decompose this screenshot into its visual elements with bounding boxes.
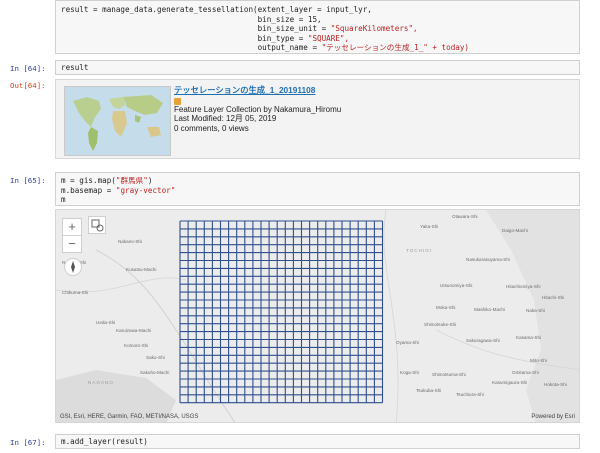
place-label: Nakano-Shi bbox=[118, 239, 143, 244]
code-line: m.basemap = "gray-vector" bbox=[61, 185, 176, 195]
place-label: Daigo-Machi bbox=[502, 228, 528, 233]
place-label: Naka-Shi bbox=[526, 308, 545, 313]
place-label: Sakuho-Machi bbox=[140, 370, 170, 375]
compass-icon bbox=[71, 261, 75, 273]
output-prompt-64: Out[64]: bbox=[10, 81, 46, 90]
place-label: Hitachi-Shi bbox=[542, 295, 565, 300]
place-label: Tsuchiura-Shi bbox=[456, 392, 484, 397]
input-prompt-65: In [65]: bbox=[10, 176, 46, 185]
zoom-out-button[interactable]: − bbox=[62, 235, 82, 253]
place-label: Shimotsuma-Shi bbox=[432, 372, 466, 377]
item-info: テッセレーションの生成_1_20191108 Feature Layer Col… bbox=[174, 85, 342, 133]
place-label: Koga-Shi bbox=[400, 370, 419, 375]
place-label: Ueda-Shi bbox=[96, 320, 116, 325]
item-thumbnail bbox=[64, 86, 171, 156]
place-label: Kusatsu-Machi bbox=[126, 267, 157, 272]
item-card: テッセレーションの生成_1_20191108 Feature Layer Col… bbox=[55, 79, 580, 159]
code-line: result = manage_data.generate_tessellati… bbox=[61, 5, 372, 14]
place-label: Oyama-Shi bbox=[396, 340, 419, 345]
code-line: bin_type = "SQUARE", bbox=[61, 33, 350, 43]
place-label: Karuizawa-Machi bbox=[116, 328, 152, 333]
input-prompt-67: In [67]: bbox=[10, 438, 46, 447]
layers-icon bbox=[91, 219, 104, 232]
map-widget[interactable]: Otawara-Shi Yaita-Shi Daigo-Machi Nakano-Sh… bbox=[55, 209, 580, 423]
place-label: Otawara-Shi bbox=[452, 214, 478, 219]
item-stats: 0 comments, 0 views bbox=[174, 123, 249, 133]
place-label: NAGANO bbox=[88, 380, 114, 385]
code-line: m.add_layer(result) bbox=[61, 437, 148, 446]
item-modified: Last Modified: 12月 05, 2019 bbox=[174, 114, 277, 124]
code-cell-63[interactable]: result = manage_data.generate_tessellati… bbox=[55, 0, 580, 54]
code-cell-64[interactable]: result bbox=[55, 60, 580, 75]
place-label: Kasama-Shi bbox=[516, 335, 542, 340]
place-label: Mashiko-Machi bbox=[474, 307, 505, 312]
compass-button[interactable] bbox=[64, 258, 82, 276]
basemap-toggle-button[interactable] bbox=[88, 216, 106, 234]
item-title-link[interactable]: テッセレーションの生成_1_20191108 bbox=[174, 85, 341, 96]
layer-icon bbox=[174, 97, 181, 105]
code-line: bin_size = 15, bbox=[61, 14, 322, 24]
place-label: Moka-Shi bbox=[436, 305, 456, 310]
code-cell-67[interactable]: m.add_layer(result) bbox=[55, 434, 580, 449]
place-label: Hitachiomiya-Shi bbox=[506, 284, 541, 289]
place-label: Shimotsuke-Shi bbox=[424, 322, 457, 327]
place-label: Mito-Shi bbox=[530, 358, 547, 363]
input-prompt-64: In [64]: bbox=[10, 64, 46, 73]
place-label: Komoro-Shi bbox=[124, 343, 149, 348]
code-line: bin_size_unit = "SquareKilometers", bbox=[61, 24, 418, 34]
place-label: Omitama-Shi bbox=[512, 370, 539, 375]
code-cell-65[interactable]: m = gis.map("群馬県") m.basemap = "gray-vec… bbox=[55, 172, 580, 206]
code-line: result bbox=[61, 63, 89, 72]
place-label: Kasumigaura-Shi bbox=[492, 380, 528, 385]
place-label: Yaita-Shi bbox=[420, 224, 439, 229]
place-label: Utsunomiya-Shi bbox=[440, 283, 473, 288]
code-line: m bbox=[61, 195, 66, 205]
place-label: Nasukarasuyama-Shi bbox=[466, 257, 510, 262]
place-label: Hokota-Shi bbox=[544, 382, 567, 387]
code-line: m = gis.map("群馬県") bbox=[61, 176, 153, 185]
place-label: TOCHIGI bbox=[406, 248, 433, 253]
map-attribution: GSI, Esri, HERE, Garmin, FAO, METI/NASA,… bbox=[60, 414, 199, 420]
place-label: Tsukuba-Shi bbox=[416, 388, 442, 393]
place-label: Chikuma-Shi bbox=[62, 290, 89, 295]
place-label: Saku-Shi bbox=[146, 355, 165, 360]
zoom-in-button[interactable]: + bbox=[62, 218, 82, 236]
world-map-thumbnail bbox=[65, 87, 170, 155]
code-line: output_name = "テッセレーションの生成_1_" + today) bbox=[61, 43, 469, 53]
item-type: Feature Layer Collection by Nakamura_Hir… bbox=[174, 104, 342, 114]
powered-by-esri[interactable]: Powered by Esri bbox=[531, 414, 575, 420]
place-label: Sakuragawa-Shi bbox=[466, 338, 500, 343]
